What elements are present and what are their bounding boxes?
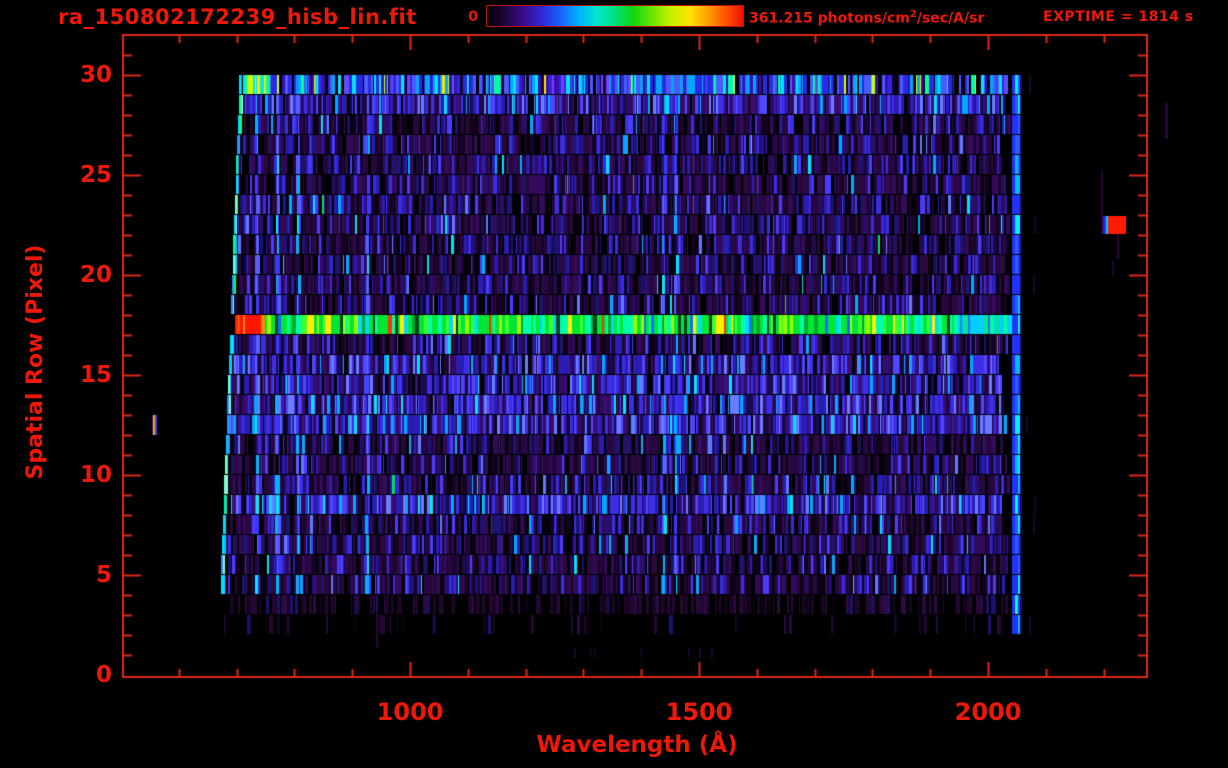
colorbar xyxy=(486,5,744,27)
y-tick-label: 30 xyxy=(38,62,112,88)
y-tick-label: 0 xyxy=(38,662,112,688)
x-axis-label: Wavelength (Å) xyxy=(487,732,787,758)
colorbar-units-prefix: photons/cm xyxy=(813,11,910,27)
plot-title: ra_150802172239_hisb_lin.fit xyxy=(58,5,417,29)
y-tick-label: 10 xyxy=(38,462,112,488)
exptime-label: EXPTIME = 1814 s xyxy=(1043,9,1194,25)
colorbar-units-superscript: 2 xyxy=(910,9,917,20)
y-tick-label: 15 xyxy=(38,362,112,388)
colorbar-max-label: 361.215 photons/cm2/sec/A/sr xyxy=(749,9,984,27)
x-tick-label: 1500 xyxy=(639,698,759,726)
y-tick-label: 20 xyxy=(38,262,112,288)
colorbar-max-value: 361.215 xyxy=(749,11,813,27)
colorbar-units-suffix: /sec/A/sr xyxy=(917,11,985,27)
x-tick-label: 2000 xyxy=(928,698,1048,726)
x-tick-label: 1000 xyxy=(350,698,470,726)
spectrogram-canvas xyxy=(0,0,1228,768)
y-tick-label: 5 xyxy=(38,562,112,588)
colorbar-min-label: 0 xyxy=(446,9,478,25)
y-tick-label: 25 xyxy=(38,162,112,188)
spectrogram-viewer: ra_150802172239_hisb_lin.fit 0 361.215 p… xyxy=(0,0,1228,768)
